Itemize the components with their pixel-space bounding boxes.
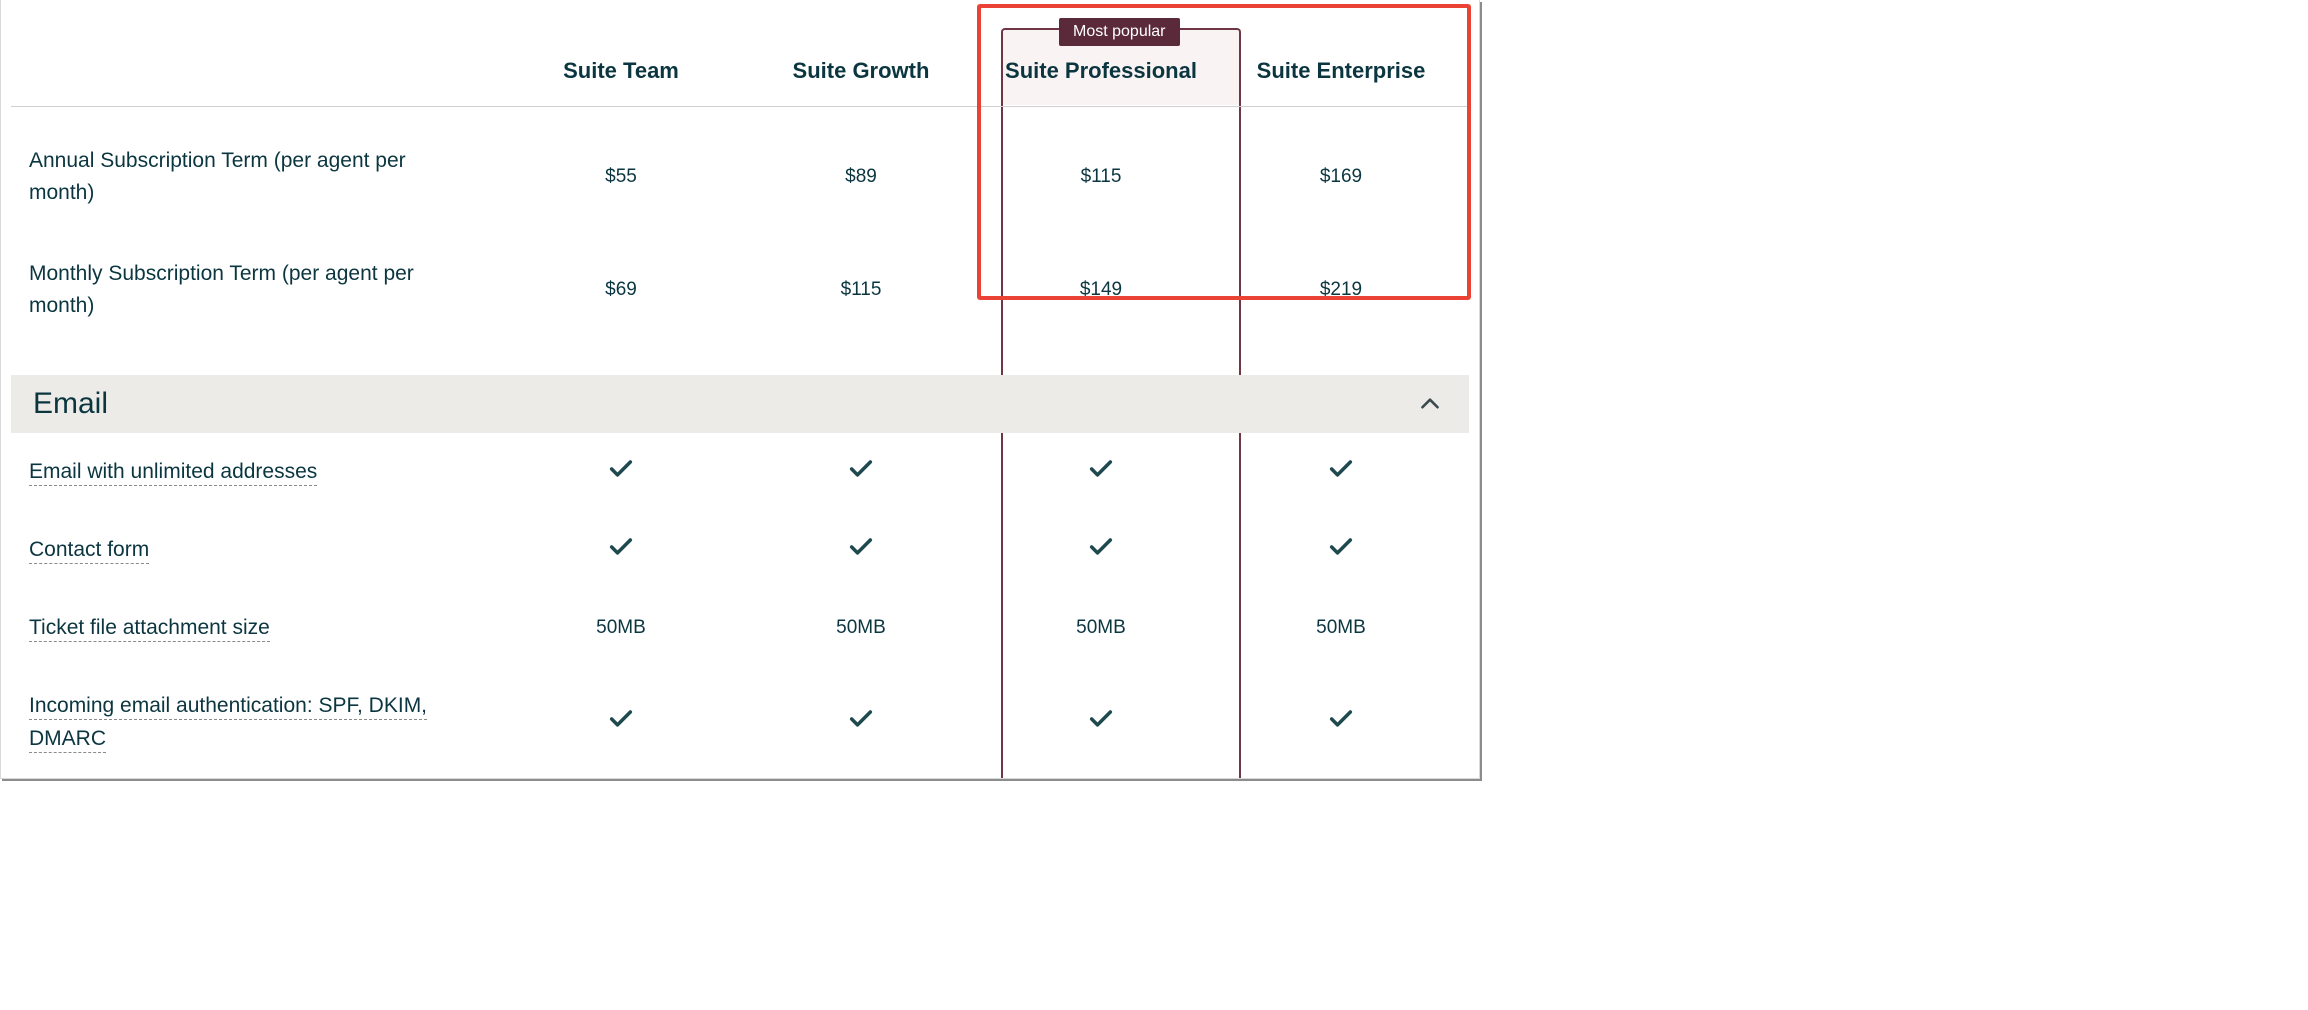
feature-value xyxy=(741,511,981,589)
row-label-annual: Annual Subscription Term (per agent per … xyxy=(11,107,501,228)
table-row: Contact form xyxy=(11,511,1469,589)
feature-value xyxy=(501,433,741,511)
feature-value: 50MB xyxy=(741,595,981,661)
plan-header-team: Suite Team xyxy=(501,0,741,106)
feature-value xyxy=(981,511,1221,589)
feature-value: 50MB xyxy=(501,595,741,661)
pricing-rows: Annual Subscription Term (per agent per … xyxy=(11,107,1469,371)
table-row: Ticket file attachment size 50MB 50MB 50… xyxy=(11,589,1469,667)
check-icon xyxy=(607,545,635,566)
feature-rows: Email with unlimited addresses Contact f… xyxy=(11,433,1469,778)
feature-value xyxy=(501,511,741,589)
popular-badge: Most popular xyxy=(1059,18,1180,46)
section-header-email[interactable]: Email xyxy=(11,375,1469,433)
check-icon xyxy=(607,467,635,488)
table-row: Email with unlimited addresses xyxy=(11,433,1469,511)
table-header-row: Suite Team Suite Growth Suite Profession… xyxy=(11,0,1469,107)
check-icon xyxy=(847,717,875,738)
table-row: Annual Subscription Term (per agent per … xyxy=(11,107,1469,228)
pricing-comparison-table: Most popular Suite Team Suite Growth Sui… xyxy=(0,0,1480,779)
price-monthly-growth: $115 xyxy=(741,249,981,351)
feature-value xyxy=(1221,683,1461,761)
feature-label[interactable]: Email with unlimited addresses xyxy=(11,433,501,511)
feature-value: 50MB xyxy=(981,595,1221,661)
check-icon xyxy=(1327,717,1355,738)
feature-label[interactable]: Contact form xyxy=(11,511,501,589)
table-header-spacer xyxy=(11,13,501,93)
price-monthly-enterprise: $219 xyxy=(1221,249,1461,351)
feature-label[interactable]: Ticket file attachment size xyxy=(11,589,501,667)
feature-value xyxy=(1221,511,1461,589)
check-icon xyxy=(847,545,875,566)
feature-label[interactable]: Incoming email authentication: SPF, DKIM… xyxy=(11,667,501,778)
feature-value xyxy=(741,433,981,511)
check-icon xyxy=(1327,467,1355,488)
plan-header-enterprise: Suite Enterprise xyxy=(1221,0,1461,106)
table-row: Monthly Subscription Term (per agent per… xyxy=(11,228,1469,371)
feature-value xyxy=(981,683,1221,761)
price-monthly-professional: $149 xyxy=(981,249,1221,351)
price-annual-team: $55 xyxy=(501,128,741,208)
price-annual-enterprise: $169 xyxy=(1221,128,1461,208)
section-title: Email xyxy=(33,387,108,421)
check-icon xyxy=(1327,545,1355,566)
plan-header-growth: Suite Growth xyxy=(741,0,981,106)
feature-value xyxy=(501,683,741,761)
check-icon xyxy=(607,717,635,738)
chevron-up-icon xyxy=(1417,391,1443,417)
feature-value: 50MB xyxy=(1221,595,1461,661)
plan-header-professional: Suite Professional xyxy=(981,0,1221,106)
price-annual-professional: $115 xyxy=(981,128,1221,208)
table-row: Incoming email authentication: SPF, DKIM… xyxy=(11,667,1469,778)
feature-value xyxy=(741,683,981,761)
price-annual-growth: $89 xyxy=(741,128,981,208)
check-icon xyxy=(1087,717,1115,738)
check-icon xyxy=(1087,467,1115,488)
feature-value xyxy=(1221,433,1461,511)
check-icon xyxy=(1087,545,1115,566)
check-icon xyxy=(847,467,875,488)
row-label-monthly: Monthly Subscription Term (per agent per… xyxy=(11,228,501,371)
feature-value xyxy=(981,433,1221,511)
price-monthly-team: $69 xyxy=(501,249,741,351)
